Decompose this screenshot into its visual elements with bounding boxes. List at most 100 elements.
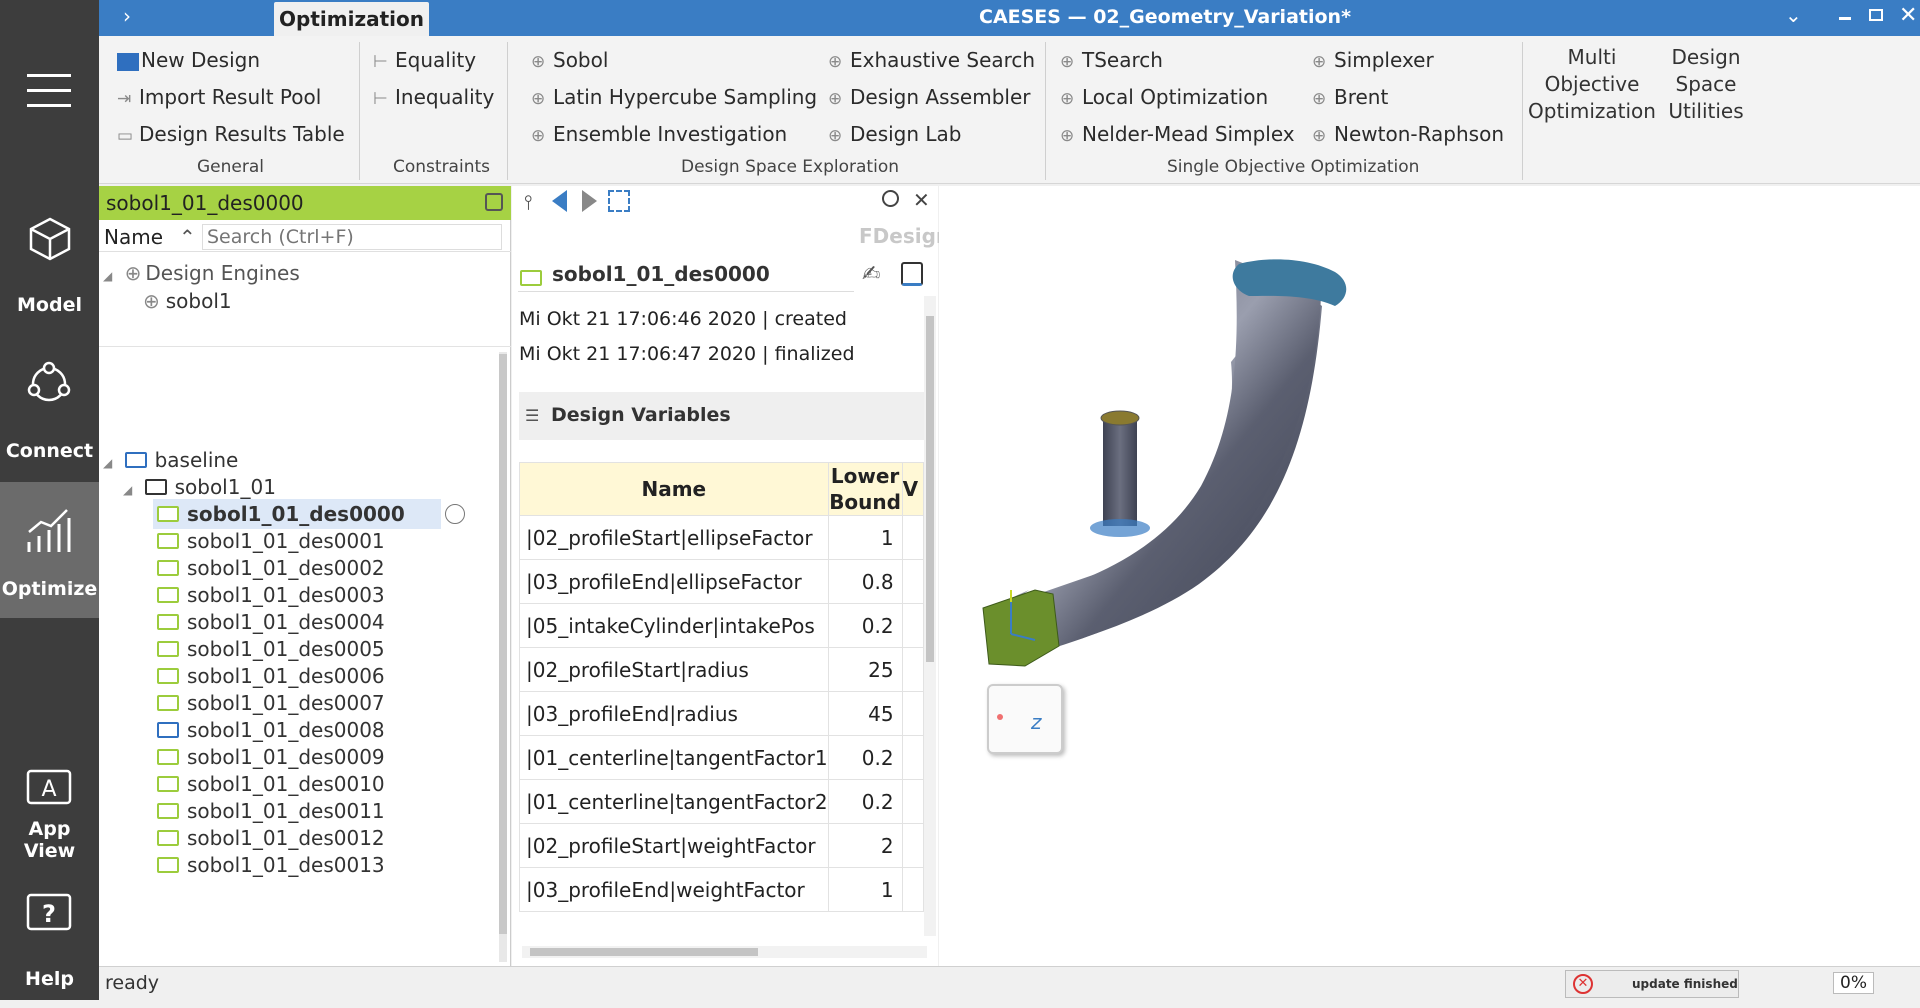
lower-bound-cell[interactable]: 1	[827, 867, 903, 912]
list-item[interactable]: sobol1_01_des0003	[153, 580, 385, 610]
value-cell[interactable]	[901, 515, 924, 560]
list-item[interactable]: sobol1_01_des0006	[153, 661, 385, 691]
list-item[interactable]: sobol1_01_des0011	[153, 796, 385, 826]
sobol-button[interactable]: ⊕ Sobol	[531, 48, 608, 72]
engine-sobol1-node[interactable]: ⊕ sobol1	[143, 286, 232, 316]
list-item[interactable]: sobol1_01_des0008	[153, 715, 385, 745]
table-row[interactable]: |03_profileEnd|radius 45	[519, 691, 924, 736]
value-cell[interactable]	[901, 823, 924, 868]
simplexer-button[interactable]: ⊕ Simplexer	[1312, 48, 1434, 72]
col-lower-bound-header[interactable]: Lower Bound	[827, 462, 903, 516]
design-results-table-button[interactable]: ▭ Design Results Table	[117, 122, 345, 146]
value-cell[interactable]	[901, 735, 924, 780]
back-arrow-icon[interactable]	[552, 190, 567, 212]
brent-button[interactable]: ⊕ Brent	[1312, 85, 1388, 109]
search-input[interactable]	[202, 224, 502, 250]
nelder-mead-button[interactable]: ⊕ Nelder-Mead Simplex	[1060, 122, 1295, 146]
details-hscrollbar[interactable]	[522, 946, 927, 958]
close-panel-icon[interactable]: ✕	[913, 188, 930, 212]
list-item[interactable]: sobol1_01_des0012	[153, 823, 385, 853]
design-assembler-button[interactable]: ⊕ Design Assembler	[828, 85, 1031, 109]
value-cell[interactable]	[901, 559, 924, 604]
geometry-model[interactable]	[939, 186, 1920, 966]
sidebar-model[interactable]: Model	[0, 198, 99, 334]
exhaustive-search-button[interactable]: ⊕ Exhaustive Search	[828, 48, 1035, 72]
design-engines-node[interactable]: ◢ ⊕ Design Engines	[103, 258, 300, 288]
table-row[interactable]: |01_centerline|tangentFactor2 0.2	[519, 779, 924, 824]
tab-optimization[interactable]: Optimization	[274, 2, 429, 36]
design-name-field[interactable]: sobol1_01_des0000	[552, 262, 770, 286]
table-row[interactable]: |02_profileStart|radius 25	[519, 647, 924, 692]
list-item[interactable]: sobol1_01_des0000	[153, 499, 441, 529]
lower-bound-cell[interactable]: 0.8	[827, 559, 903, 604]
sidebar-optimize[interactable]: Optimize	[0, 482, 99, 618]
sidebar-connect[interactable]: Connect	[0, 344, 99, 480]
list-item[interactable]: sobol1_01_des0009	[153, 742, 385, 772]
edit-icon[interactable]: ✍	[862, 262, 880, 287]
equality-button[interactable]: ⊢ Equality	[373, 48, 476, 72]
expand-chevron-icon[interactable]: ›	[123, 4, 131, 28]
lower-bound-cell[interactable]: 45	[827, 691, 903, 736]
list-item[interactable]: sobol1_01_des0004	[153, 607, 385, 637]
value-cell[interactable]	[901, 691, 924, 736]
minimize-icon[interactable]	[1839, 17, 1851, 20]
hamburger-menu-icon[interactable]	[27, 74, 71, 110]
details-vscrollbar[interactable]	[924, 296, 936, 936]
list-item[interactable]: sobol1_01_des0013	[153, 850, 385, 880]
new-design-button[interactable]: New Design	[117, 48, 260, 72]
table-row[interactable]: |03_profileEnd|weightFactor 1	[519, 867, 924, 912]
table-row[interactable]: |05_intakeCylinder|intakePos 0.2	[519, 603, 924, 648]
newton-raphson-button[interactable]: ⊕ Newton-Raphson	[1312, 122, 1504, 146]
restore-icon[interactable]	[1869, 9, 1883, 21]
group-sobol1-01-node[interactable]: ◢ sobol1_01	[123, 472, 276, 502]
table-row[interactable]: |02_profileStart|weightFactor 2	[519, 823, 924, 868]
import-result-pool-button[interactable]: ⇥ Import Result Pool	[117, 85, 321, 109]
multi-objective-optimization-button[interactable]: Multi Objective Optimization	[1527, 44, 1657, 125]
forward-arrow-icon[interactable]	[582, 190, 597, 212]
baseline-node[interactable]: ◢ baseline	[103, 445, 238, 475]
value-cell[interactable]	[901, 779, 924, 824]
sidebar-app-view[interactable]: A App View	[0, 744, 99, 880]
tsearch-button[interactable]: ⊕ TSearch	[1060, 48, 1163, 72]
list-item[interactable]: sobol1_01_des0001	[153, 526, 385, 556]
dropdown-chevron-icon[interactable]: ⌄	[1785, 3, 1802, 27]
table-row[interactable]: |02_profileStart|ellipseFactor 1	[519, 515, 924, 560]
list-item[interactable]: sobol1_01_des0005	[153, 634, 385, 664]
value-cell[interactable]	[901, 603, 924, 648]
status-chart-icon[interactable]	[445, 504, 465, 524]
col-value-header[interactable]: V	[901, 462, 924, 516]
lower-bound-cell[interactable]: 0.2	[827, 603, 903, 648]
tree-scrollbar[interactable]	[499, 352, 507, 962]
list-item[interactable]: sobol1_01_des0007	[153, 688, 385, 718]
pin-icon[interactable]: ⫯	[524, 190, 533, 214]
lock-icon[interactable]	[901, 262, 923, 286]
design-lab-button[interactable]: ⊕ Design Lab	[828, 122, 962, 146]
table-row[interactable]: |01_centerline|tangentFactor1 0.2	[519, 735, 924, 780]
sidebar-help[interactable]: ? Help	[0, 872, 99, 1008]
col-name-header[interactable]: Name	[519, 462, 829, 516]
design-space-utilities-button[interactable]: Design Space Utilities	[1661, 44, 1751, 125]
lhs-button[interactable]: ⊕ Latin Hypercube Sampling	[531, 85, 817, 109]
update-notification[interactable]: ✕ update finished	[1565, 970, 1739, 998]
inequality-button[interactable]: ⊢ Inequality	[373, 85, 494, 109]
lower-bound-cell[interactable]: 1	[827, 515, 903, 560]
ensemble-button[interactable]: ⊕ Ensemble Investigation	[531, 122, 787, 146]
table-row[interactable]: |03_profileEnd|ellipseFactor 0.8	[519, 559, 924, 604]
3d-viewport[interactable]: z	[939, 186, 1920, 966]
close-window-icon[interactable]: ✕	[1899, 3, 1917, 28]
list-item[interactable]: sobol1_01_des0002	[153, 553, 385, 583]
value-cell[interactable]	[901, 647, 924, 692]
lower-bound-cell[interactable]: 25	[827, 647, 903, 692]
select-frame-icon[interactable]	[608, 190, 630, 212]
lower-bound-cell[interactable]: 0.2	[827, 735, 903, 780]
lower-bound-cell[interactable]: 0.2	[827, 779, 903, 824]
design-variables-section-header[interactable]: ☰ Design Variables	[519, 392, 925, 440]
local-optimization-button[interactable]: ⊕ Local Optimization	[1060, 85, 1268, 109]
lower-bound-cell[interactable]: 2	[827, 823, 903, 868]
value-cell[interactable]	[901, 867, 924, 912]
lock-icon[interactable]	[485, 193, 503, 211]
view-cube[interactable]: z	[987, 684, 1063, 754]
search-icon[interactable]	[882, 190, 899, 207]
sort-chevron-icon[interactable]: ⌃	[179, 222, 196, 252]
list-item[interactable]: sobol1_01_des0010	[153, 769, 385, 799]
